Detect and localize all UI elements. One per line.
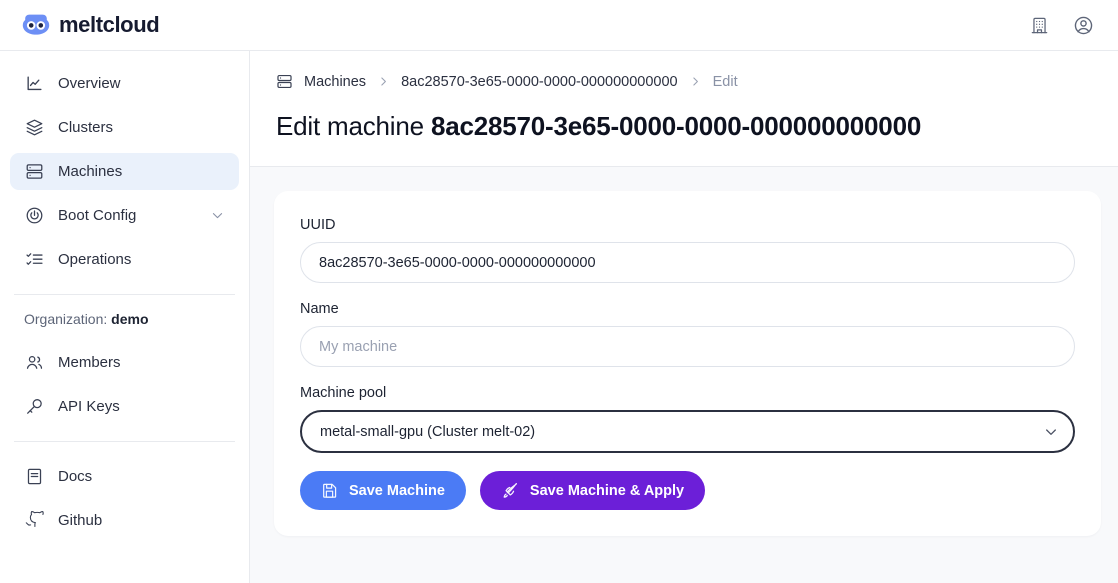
machine-pool-select[interactable]: metal-small-gpu (Cluster melt-02) — [300, 410, 1075, 453]
breadcrumb: Machines 8ac28570-3e65-0000-0000-0000000… — [276, 73, 1092, 90]
checklist-icon — [24, 250, 44, 270]
machine-pool-select-wrapper: metal-small-gpu (Cluster melt-02) — [300, 410, 1075, 453]
organization-prefix: Organization: — [24, 311, 108, 327]
sidebar-item-label: Machines — [58, 163, 123, 180]
main-content: Machines 8ac28570-3e65-0000-0000-0000000… — [250, 51, 1118, 583]
content-area: UUID Name Machine pool metal-small-gpu (… — [250, 166, 1118, 583]
key-icon — [24, 397, 44, 417]
uuid-label: UUID — [300, 217, 336, 233]
organization-button[interactable] — [1026, 12, 1052, 38]
breadcrumb-current: Edit — [712, 73, 738, 90]
page-title: Edit machine 8ac28570-3e65-0000-0000-000… — [276, 111, 1092, 142]
server-icon — [276, 73, 293, 90]
brand-logo[interactable]: meltcloud — [22, 12, 160, 38]
sidebar-item-label: Overview — [58, 75, 121, 92]
topbar-actions — [1026, 12, 1096, 38]
sidebar-item-machines[interactable]: Machines — [10, 153, 239, 190]
brand-name: meltcloud — [59, 12, 160, 37]
main-header: Machines 8ac28570-3e65-0000-0000-0000000… — [250, 51, 1118, 166]
sidebar-item-overview[interactable]: Overview — [10, 65, 239, 102]
server-icon — [24, 162, 44, 182]
app-root: meltcloud Overview Clusters Machines Boo… — [0, 0, 1118, 583]
field-name: Name — [300, 301, 1075, 367]
name-input[interactable] — [300, 326, 1075, 367]
sidebar-item-label: Github — [58, 512, 103, 529]
user-circle-icon — [1073, 15, 1094, 36]
sidebar-item-label: Operations — [58, 251, 132, 268]
sidebar-item-clusters[interactable]: Clusters — [10, 109, 239, 146]
organization-name: demo — [111, 311, 149, 327]
power-icon — [24, 206, 44, 226]
sidebar-item-api-keys[interactable]: API Keys — [10, 388, 239, 425]
sidebar-divider-bottom — [14, 441, 235, 442]
book-icon — [24, 467, 44, 487]
page-title-id: 8ac28570-3e65-0000-0000-000000000000 — [430, 111, 922, 141]
sidebar-item-boot-config[interactable]: Boot Config — [10, 197, 239, 234]
machine-pool-label: Machine pool — [300, 385, 387, 401]
sidebar-divider-top — [14, 294, 235, 295]
name-label: Name — [300, 301, 339, 317]
save-machine-label: Save Machine — [349, 482, 445, 499]
page-title-prefix: Edit machine — [276, 111, 424, 141]
sidebar-item-label: Docs — [58, 468, 93, 485]
uuid-input[interactable] — [300, 242, 1075, 283]
save-machine-apply-label: Save Machine & Apply — [529, 482, 685, 499]
sidebar-item-docs[interactable]: Docs — [10, 458, 239, 495]
app-body: Overview Clusters Machines Boot Config O… — [0, 51, 1118, 583]
sidebar: Overview Clusters Machines Boot Config O… — [0, 51, 250, 583]
field-machine-pool: Machine pool metal-small-gpu (Cluster me… — [300, 385, 1075, 453]
building-icon — [1030, 16, 1049, 35]
owl-logo-icon — [22, 14, 50, 36]
form-actions: Save Machine Save Machine & Apply — [300, 471, 1075, 510]
save-machine-button[interactable]: Save Machine — [300, 471, 466, 510]
rocket-icon — [501, 482, 519, 500]
sidebar-item-label: Members — [58, 354, 121, 371]
sidebar-item-label: API Keys — [58, 398, 120, 415]
edit-machine-card: UUID Name Machine pool metal-small-gpu (… — [274, 191, 1101, 536]
field-uuid: UUID — [300, 217, 1075, 283]
chart-line-icon — [24, 74, 44, 94]
sidebar-item-github[interactable]: Github — [10, 502, 239, 539]
account-button[interactable] — [1070, 12, 1096, 38]
layers-icon — [24, 118, 44, 138]
github-icon — [24, 511, 44, 531]
chevron-down-icon[interactable] — [210, 208, 225, 223]
top-bar: meltcloud — [0, 0, 1118, 51]
save-machine-apply-button[interactable]: Save Machine & Apply — [479, 471, 706, 510]
breadcrumb-separator — [689, 75, 702, 88]
breadcrumb-machines[interactable]: Machines — [304, 74, 366, 90]
breadcrumb-machine-id[interactable]: 8ac28570-3e65-0000-0000-000000000000 — [401, 74, 678, 90]
breadcrumb-separator — [377, 75, 390, 88]
sidebar-item-label: Boot Config — [58, 207, 137, 224]
organization-label: Organization: demo — [10, 311, 239, 327]
sidebar-item-label: Clusters — [58, 119, 114, 136]
save-disk-icon — [321, 482, 338, 499]
users-icon — [24, 353, 44, 373]
sidebar-item-members[interactable]: Members — [10, 344, 239, 381]
sidebar-item-operations[interactable]: Operations — [10, 241, 239, 278]
